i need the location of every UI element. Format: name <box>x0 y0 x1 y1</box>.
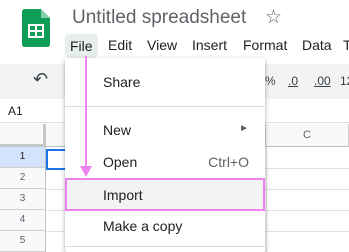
menu-item-label: Share <box>103 74 141 90</box>
more-formats-button[interactable]: 12 <box>340 74 349 88</box>
percent-format-button[interactable]: % <box>265 74 276 88</box>
import-highlight-box <box>65 178 265 211</box>
file-menu-dropdown: Share New ► Open Ctrl+O Import Make a co… <box>65 58 265 252</box>
gridline <box>266 147 267 252</box>
increase-decimal-button[interactable]: .00 <box>314 74 331 88</box>
menu-divider <box>65 246 265 247</box>
decrease-decimal-button[interactable]: .0 <box>288 74 298 88</box>
row-header-4[interactable]: 4 <box>0 210 46 231</box>
menu-item-label: Make a copy <box>103 218 183 234</box>
row-header-2[interactable]: 2 <box>0 168 46 189</box>
select-all-corner[interactable] <box>0 124 46 147</box>
menu-item-make-a-copy[interactable]: Make a copy <box>65 210 265 242</box>
shortcut-label: Ctrl+O <box>208 154 249 170</box>
menu-item-share[interactable]: Share <box>65 66 265 98</box>
row-header-1[interactable]: 1 <box>0 147 46 168</box>
name-box[interactable]: A1 <box>8 104 23 118</box>
menu-item-open[interactable]: Open Ctrl+O <box>65 146 265 178</box>
menu-tools[interactable]: T <box>343 37 349 53</box>
menu-data[interactable]: Data <box>302 37 332 53</box>
menu-divider <box>65 106 265 107</box>
menu-insert[interactable]: Insert <box>192 37 227 53</box>
document-title[interactable]: Untitled spreadsheet <box>72 7 246 29</box>
submenu-arrow-icon: ► <box>239 123 249 134</box>
menu-item-label: New <box>103 122 132 138</box>
google-sheets-logo-icon[interactable] <box>22 9 50 47</box>
row-header-5[interactable]: 5 <box>0 231 46 252</box>
menu-item-new[interactable]: New ► <box>65 114 265 146</box>
menu-item-label: Open <box>103 154 138 170</box>
menu-edit[interactable]: Edit <box>108 37 132 53</box>
row-header-3[interactable]: 3 <box>0 189 46 210</box>
column-header-c[interactable]: C <box>266 124 349 147</box>
menu-view[interactable]: View <box>147 37 177 53</box>
menu-file[interactable]: File <box>65 34 98 58</box>
undo-icon[interactable]: ↶ <box>33 69 48 90</box>
star-icon[interactable]: ☆ <box>265 6 282 29</box>
menu-format[interactable]: Format <box>243 37 287 53</box>
